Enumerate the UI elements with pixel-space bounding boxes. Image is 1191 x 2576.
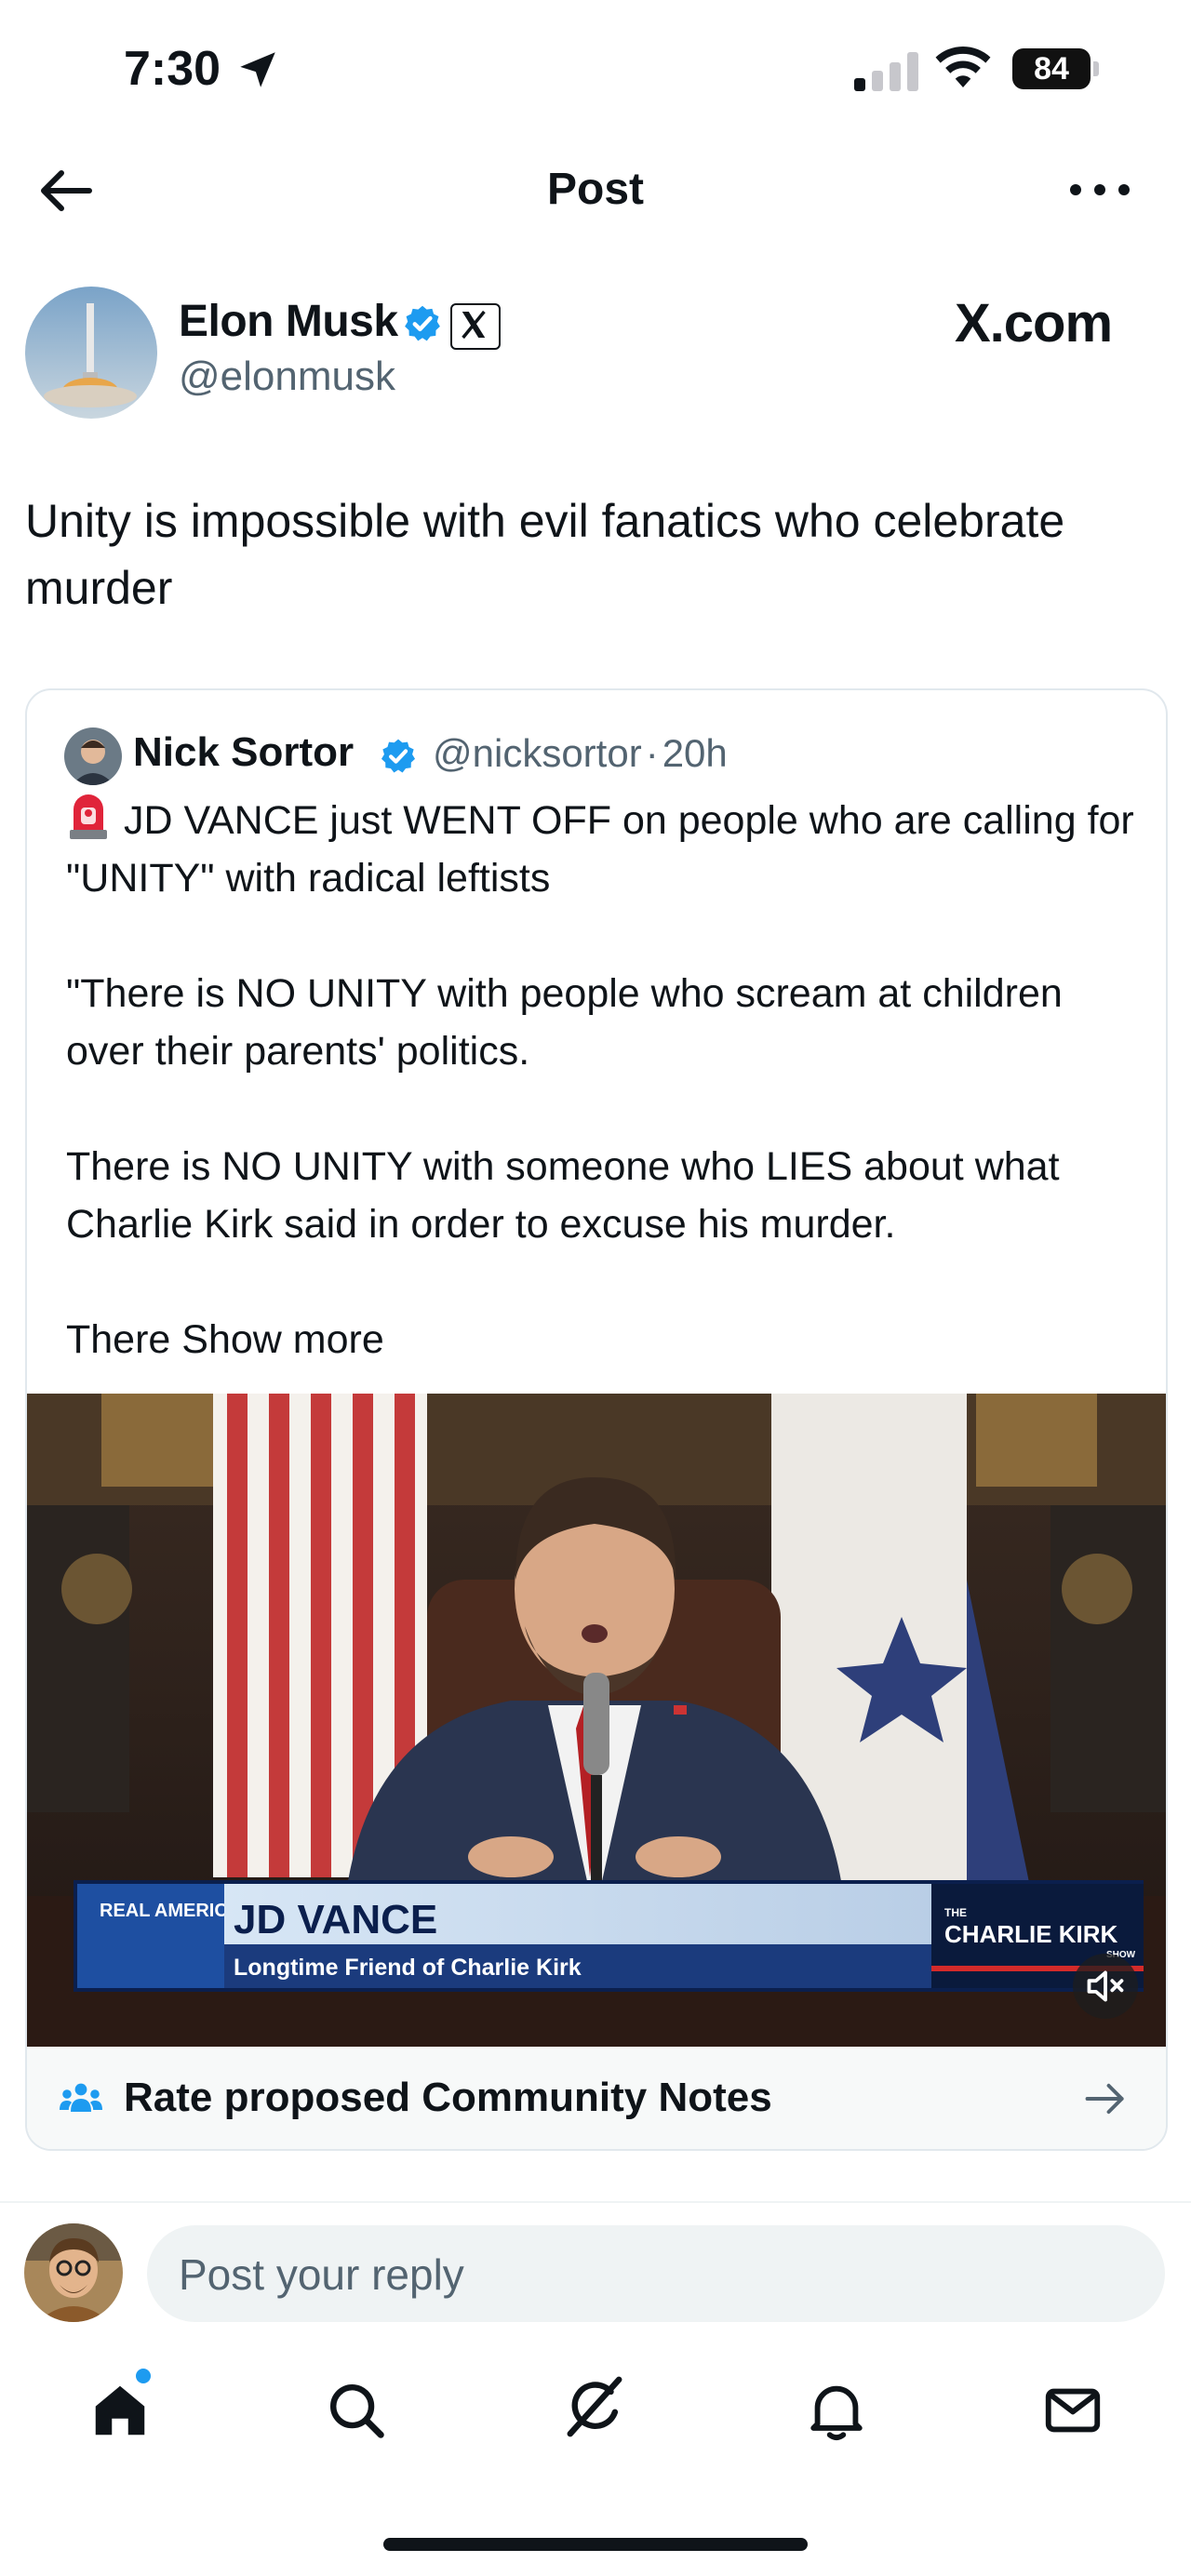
mute-toggle[interactable]	[1073, 1954, 1138, 2019]
cellular-signal-icon	[854, 52, 919, 91]
author-handle[interactable]: @elonmusk	[179, 354, 395, 400]
x-watermark: X.com	[955, 293, 1113, 354]
quoted-author-name[interactable]: Nick Sortor	[133, 729, 354, 776]
post-text: Unity is impossible with evil fanatics w…	[25, 495, 1065, 614]
home-indicator[interactable]	[383, 2538, 808, 2551]
lower-third-subtitle: Longtime Friend of Charlie Kirk	[234, 1955, 582, 1981]
verified-badge-icon	[381, 739, 416, 773]
current-user-avatar[interactable]	[24, 2223, 123, 2322]
status-time: 7:30	[124, 42, 221, 96]
show-logo: CHARLIE KIRK	[944, 1920, 1118, 1948]
speaker-muted-icon	[1087, 1970, 1124, 2002]
divider	[0, 2201, 1191, 2203]
battery-nub	[1093, 61, 1099, 76]
home-icon[interactable]	[87, 2378, 153, 2443]
rotating-light-icon	[70, 794, 107, 839]
show-more-link[interactable]: Show more	[181, 1317, 383, 1362]
meta-separator: ·	[645, 731, 659, 775]
show-logo-top: THE	[944, 1906, 967, 1919]
reply-placeholder: Post your reply	[179, 2250, 464, 2299]
quoted-author-meta: @nicksortor·20h	[433, 731, 728, 776]
quoted-post-card[interactable]: Nick Sortor @nicksortor·20h JD VANCE jus…	[25, 688, 1168, 2151]
verified-badge-icon	[405, 305, 440, 341]
more-options-icon[interactable]	[1070, 177, 1130, 205]
quoted-author-handle[interactable]: @nicksortor	[433, 731, 642, 775]
home-notification-dot	[136, 2369, 151, 2383]
battery-indicator: 84	[1012, 48, 1091, 89]
search-icon[interactable]	[324, 2378, 389, 2443]
notifications-icon[interactable]	[804, 2378, 869, 2443]
location-arrow-icon	[240, 52, 275, 87]
page-title: Post	[546, 165, 644, 214]
x-affiliation-badge-icon	[450, 303, 501, 350]
wifi-icon	[935, 46, 991, 87]
quoted-author-avatar[interactable]	[64, 727, 122, 785]
quoted-post-body: JD VANCE just WENT OFF on people who are…	[66, 798, 1134, 1362]
author-name[interactable]: Elon Musk	[179, 296, 398, 347]
grok-icon[interactable]	[562, 2374, 627, 2439]
messages-icon[interactable]	[1040, 2378, 1105, 2443]
community-notes-label: Rate proposed Community Notes	[124, 2075, 772, 2120]
community-notes-row[interactable]: Rate proposed Community Notes	[27, 2047, 1166, 2149]
video-player[interactable]: REAL AMERICA'S VOICE JD VANCE Longtime F…	[27, 1394, 1166, 2047]
reply-input[interactable]: Post your reply	[147, 2225, 1165, 2322]
post-age: 20h	[662, 731, 728, 775]
arrow-right-icon	[1085, 2083, 1124, 2115]
lower-third-name: JD VANCE	[234, 1897, 437, 1942]
quoted-post-text: JD VANCE just WENT OFF on people who are…	[66, 791, 1136, 1368]
author-avatar[interactable]	[25, 287, 157, 419]
people-group-icon	[60, 2083, 102, 2112]
